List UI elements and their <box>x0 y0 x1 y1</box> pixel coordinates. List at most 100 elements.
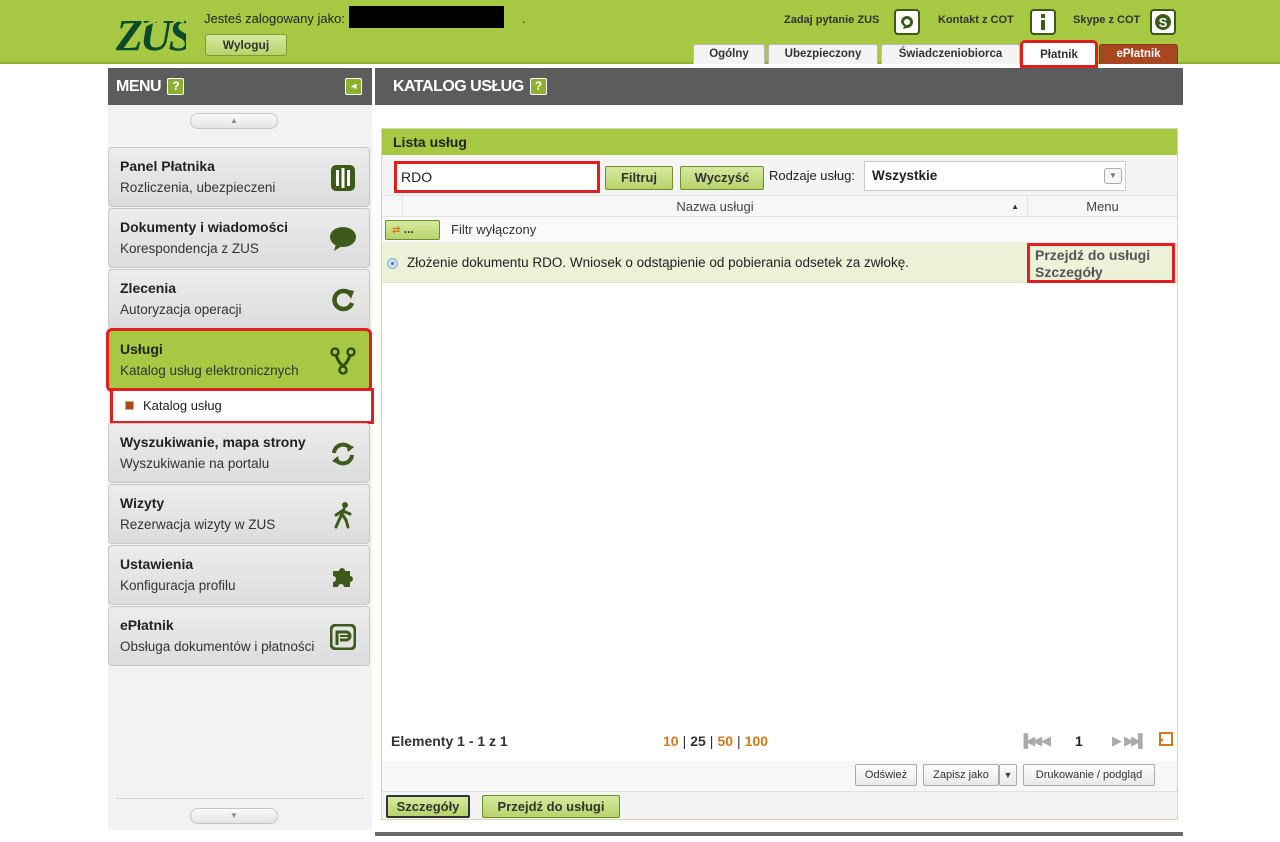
row-select-radio[interactable] <box>387 258 398 269</box>
sidebar-divider <box>116 798 364 799</box>
menu-item-title: Ustawienia <box>120 556 194 572</box>
menu-item-wizyty[interactable]: Wizyty Rezerwacja wizyty w ZUS <box>108 484 370 544</box>
svg-text:ZUS: ZUS <box>115 11 186 56</box>
chevron-down-icon[interactable]: ▼ <box>1104 168 1122 184</box>
goto-service-button[interactable]: Przejdź do usługi <box>482 795 620 818</box>
menu-item-wyszukiwanie[interactable]: Wyszukiwanie, mapa strony Wyszukiwanie n… <box>108 423 370 483</box>
filter-status-text: Filtr wyłączony <box>451 222 537 237</box>
page-size-option[interactable]: 50 <box>717 733 733 749</box>
menu-item-eplatnik[interactable]: ePłatnik Obsługa dokumentów i płatności <box>108 606 370 666</box>
info-icon[interactable] <box>1030 9 1056 35</box>
row-service-name: Złożenie dokumentu RDO. Wniosek o odstąp… <box>407 255 910 270</box>
print-preview-button[interactable]: Drukowanie / podgląd <box>1023 764 1155 786</box>
scroll-up-button[interactable]: ▲ <box>190 113 278 129</box>
elements-count: Elementy 1 - 1 z 1 <box>391 733 508 749</box>
details-link[interactable]: Szczegóły <box>1035 264 1172 281</box>
tab-ogolny[interactable]: Ogólny <box>693 44 765 64</box>
sync-icon <box>329 440 357 468</box>
export-page-icon[interactable] <box>1159 732 1173 746</box>
logout-button[interactable]: Wyloguj <box>205 34 287 56</box>
menu-item-subtitle: Rozliczenia, ubezpieczeni <box>120 180 276 195</box>
column-header-name[interactable]: Nazwa usługi ▲ <box>402 196 1028 217</box>
page-size-option-selected[interactable]: 25 <box>690 733 706 749</box>
save-as-dropdown-icon[interactable]: ▼ <box>999 764 1017 786</box>
refresh-arrow-icon <box>329 286 357 314</box>
tab-platnik[interactable]: Płatnik <box>1020 40 1098 68</box>
username-suffix: . <box>522 11 526 26</box>
menu-item-subtitle: Autoryzacja operacji <box>120 302 242 317</box>
save-as-button[interactable]: Zapisz jako <box>923 764 999 786</box>
zus-logo[interactable]: ZUS <box>114 10 186 56</box>
page-help-icon[interactable]: ? <box>529 78 547 96</box>
clear-button[interactable]: Wyczyść <box>680 166 764 190</box>
menu-item-uslugi[interactable]: Usługi Katalog usług elektronicznych <box>106 328 372 392</box>
search-input[interactable] <box>394 161 600 193</box>
menu-item-subtitle: Rezerwacja wizyty w ZUS <box>120 517 276 532</box>
fork-icon <box>329 347 357 375</box>
page-title: KATALOG USŁUG <box>393 78 524 95</box>
table-toolbar: Odśwież Zapisz jako ▼ Drukowanie / podgl… <box>382 761 1177 791</box>
speech-bubble-icon <box>329 225 357 253</box>
filter-toggle-icon: ⇄ <box>392 225 401 236</box>
sidebar: MENU? ◄ ▲ Panel Płatnika Rozliczenia, ub… <box>106 68 374 830</box>
menu-item-zlecenia[interactable]: Zlecenia Autoryzacja operacji <box>108 269 370 329</box>
filter-toggle-button[interactable]: ⇄ ... <box>385 220 440 240</box>
tab-swiadczeniobiorca[interactable]: Świadczeniobiorca <box>881 44 1020 64</box>
details-button[interactable]: Szczegóły <box>386 795 470 818</box>
scroll-down-button[interactable]: ▼ <box>190 808 278 824</box>
ask-zus-link[interactable]: Zadaj pytanie ZUS <box>784 14 879 26</box>
pager: Elementy 1 - 1 z 1 10 | 25 | 50 | 100 ▐◀◀ ◀ 1 … <box>382 725 1177 761</box>
last-page-icon[interactable]: ▶▶▌ <box>1124 733 1147 749</box>
tab-eplatnik[interactable]: ePłatnik <box>1099 44 1178 64</box>
question-bubble-icon[interactable] <box>894 9 920 35</box>
skype-icon[interactable]: S <box>1150 9 1176 35</box>
menu-item-subtitle: Konfiguracja profilu <box>120 578 236 593</box>
page-size-option[interactable]: 10 <box>663 733 679 749</box>
refresh-button[interactable]: Odśwież <box>855 764 917 786</box>
goto-service-link[interactable]: Przejdź do usługi <box>1035 247 1172 264</box>
filter-button[interactable]: Filtruj <box>605 166 673 190</box>
service-list-panel: Lista usług Filtruj Wyczyść Rodzaje usłu… <box>381 128 1178 820</box>
sort-ascending-icon[interactable]: ▲ <box>1011 196 1019 217</box>
menu-item-title: Wyszukiwanie, mapa strony <box>120 434 306 450</box>
top-header: ZUS Jesteś zalogowany jako: . Wyloguj Za… <box>0 0 1280 68</box>
menu-item-title: Zlecenia <box>120 280 177 296</box>
table-row[interactable]: Złożenie dokumentu RDO. Wniosek o odstąp… <box>382 243 1177 283</box>
logged-in-label: Jesteś zalogowany jako: <box>204 11 345 26</box>
svg-text:S: S <box>1159 15 1168 30</box>
service-types-value: Wszystkie <box>872 168 938 183</box>
menu-item-subtitle: Katalog usług elektronicznych <box>120 363 299 378</box>
menu-header: MENU? ◄ <box>108 68 372 105</box>
previous-page-icon[interactable]: ◀ <box>1041 733 1051 749</box>
main-content: KATALOG USŁUG? Lista usług Filtruj Wyczy… <box>375 68 1183 836</box>
page-size-options: 10 | 25 | 50 | 100 <box>663 733 769 749</box>
filter-toggle-label: ... <box>403 222 414 236</box>
puzzle-icon <box>329 562 357 590</box>
tab-ubezpieczony[interactable]: Ubezpieczony <box>768 44 878 64</box>
menu-item-subtitle: Obsługa dokumentów i płatności <box>120 639 315 654</box>
next-page-icon[interactable]: ▶ <box>1112 733 1122 749</box>
walking-person-icon <box>329 501 357 529</box>
filter-row: ⇄ ... Filtr wyłączony <box>382 217 1177 243</box>
contact-cot-link[interactable]: Kontakt z COT <box>938 14 1014 26</box>
skype-cot-link[interactable]: Skype z COT <box>1073 14 1140 26</box>
collapse-menu-icon[interactable]: ◄ <box>345 78 362 95</box>
menu-item-title: Dokumenty i wiadomości <box>120 219 289 235</box>
menu-item-ustawienia[interactable]: Ustawienia Konfiguracja profilu <box>108 545 370 605</box>
first-page-icon[interactable]: ▐◀◀ <box>1019 733 1042 749</box>
column-name-label: Nazwa usługi <box>676 199 754 214</box>
submenu-katalog-uslug[interactable]: Katalog usług <box>110 388 374 424</box>
current-page[interactable]: 1 <box>1075 733 1083 749</box>
page-size-option[interactable]: 100 <box>745 733 768 749</box>
menu-help-icon[interactable]: ? <box>167 78 185 96</box>
menu-item-dokumenty[interactable]: Dokumenty i wiadomości Korespondencja z … <box>108 208 370 268</box>
service-types-label: Rodzaje usług: <box>769 168 855 183</box>
menu-item-title: Wizyty <box>120 495 165 511</box>
menu-item-subtitle: Korespondencja z ZUS <box>120 241 259 256</box>
column-header-menu: Menu <box>1086 199 1119 214</box>
menu-title: MENU <box>116 78 162 95</box>
menu-item-panel-platnika[interactable]: Panel Płatnika Rozliczenia, ubezpieczeni <box>108 147 370 207</box>
menu-item-title: ePłatnik <box>120 617 174 633</box>
eplatnik-icon <box>329 623 357 651</box>
service-types-select[interactable]: Wszystkie ▼ <box>864 161 1126 191</box>
